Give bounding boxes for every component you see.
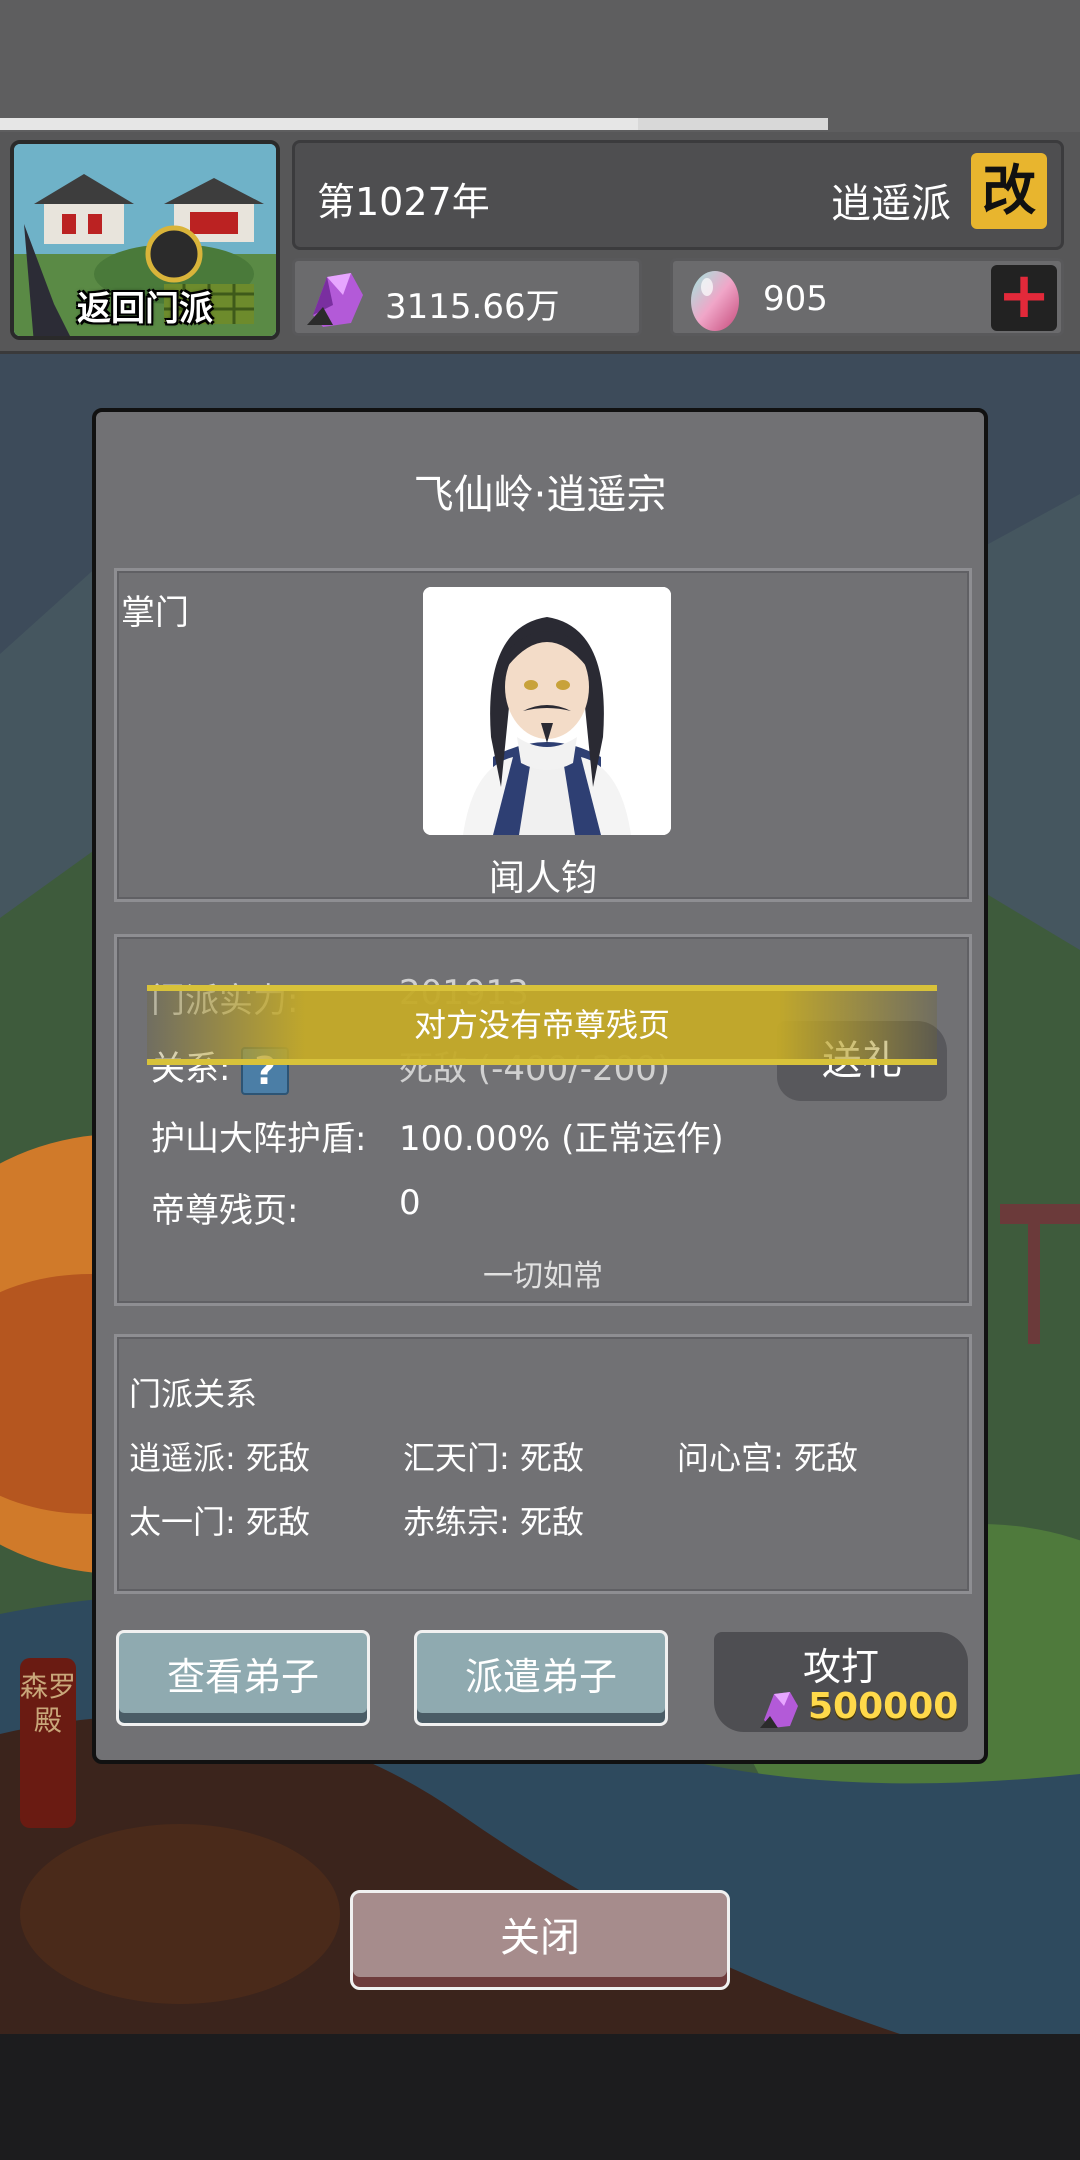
dialog-title: 飞仙岭·逍遥宗 xyxy=(413,472,667,518)
relation-item: 太一门: 死敌 xyxy=(129,1503,310,1541)
pages-value: 0 xyxy=(399,1183,421,1223)
spirit-stone-counter: 3115.66万 xyxy=(292,258,642,336)
status-note: 一切如常 xyxy=(483,1259,603,1294)
leader-section: 掌门 闻人钧 xyxy=(114,568,972,902)
spirit-egg-icon xyxy=(691,271,739,331)
relation-item: 逍遥派: 死敌 xyxy=(129,1439,310,1477)
relation-item: 问心宫: 死敌 xyxy=(677,1439,858,1477)
bottom-bar xyxy=(0,2034,1080,2160)
view-disciples-button[interactable]: 查看弟子 xyxy=(116,1630,370,1726)
return-label: 返回门派 xyxy=(77,289,213,329)
return-to-sect-button[interactable]: 返回门派 xyxy=(10,140,280,340)
leader-portrait[interactable] xyxy=(423,587,671,835)
side-tag-senluo-hall[interactable]: 森罗殿 xyxy=(20,1658,76,1828)
sect-info-dialog: 飞仙岭·逍遥宗 掌门 闻人钧 门派实力: 201913 xyxy=(92,408,988,1764)
pages-label: 帝尊残页: xyxy=(151,1191,299,1231)
spirit-stone-icon xyxy=(307,273,363,327)
spirit-stone-value: 3115.66万 xyxy=(385,287,560,327)
toast-message: 对方没有帝尊残页 xyxy=(147,985,937,1065)
attack-cost: 500000 xyxy=(808,1686,959,1727)
loading-progress-bar xyxy=(0,118,828,130)
leader-avatar-icon xyxy=(423,587,671,835)
year-panel: 第1027年 逍遥派 改 xyxy=(292,140,1064,250)
leader-name: 闻人钧 xyxy=(488,858,597,899)
close-button[interactable]: 关闭 xyxy=(350,1890,730,1990)
status-area xyxy=(0,0,1080,132)
loading-progress-fill xyxy=(0,118,638,130)
stats-section: 门派实力: 201913 关系: ? 死敌 (-400/-200) 护山大阵护盾… xyxy=(114,934,972,1306)
attack-label: 攻打 xyxy=(802,1645,879,1689)
leader-label: 掌门 xyxy=(121,593,189,633)
relations-title: 门派关系 xyxy=(129,1375,258,1413)
relations-section: 门派关系 逍遥派: 死敌 汇天门: 死敌 问心宫: 死敌 太一门: 死敌 赤练宗… xyxy=(114,1334,972,1594)
relation-item: 赤练宗: 死敌 xyxy=(403,1503,584,1541)
attack-button[interactable]: 攻打 500000 xyxy=(714,1632,968,1732)
shield-value: 100.00% (正常运作) xyxy=(399,1119,724,1159)
spirit-stone-icon xyxy=(760,1692,798,1728)
spirit-egg-value: 905 xyxy=(763,279,828,319)
spirit-egg-counter: 905 + xyxy=(670,258,1064,336)
relation-item: 汇天门: 死敌 xyxy=(403,1439,584,1477)
sect-name: 逍遥派 xyxy=(831,181,951,227)
top-bar: 返回门派 第1027年 逍遥派 改 3115.66万 905 + xyxy=(0,132,1080,354)
rename-button[interactable]: 改 xyxy=(971,153,1047,229)
dispatch-disciples-button[interactable]: 派遣弟子 xyxy=(414,1630,668,1726)
add-eggs-button[interactable]: + xyxy=(991,264,1057,331)
shield-label: 护山大阵护盾: xyxy=(151,1119,367,1159)
year-text: 第1027年 xyxy=(317,180,490,224)
